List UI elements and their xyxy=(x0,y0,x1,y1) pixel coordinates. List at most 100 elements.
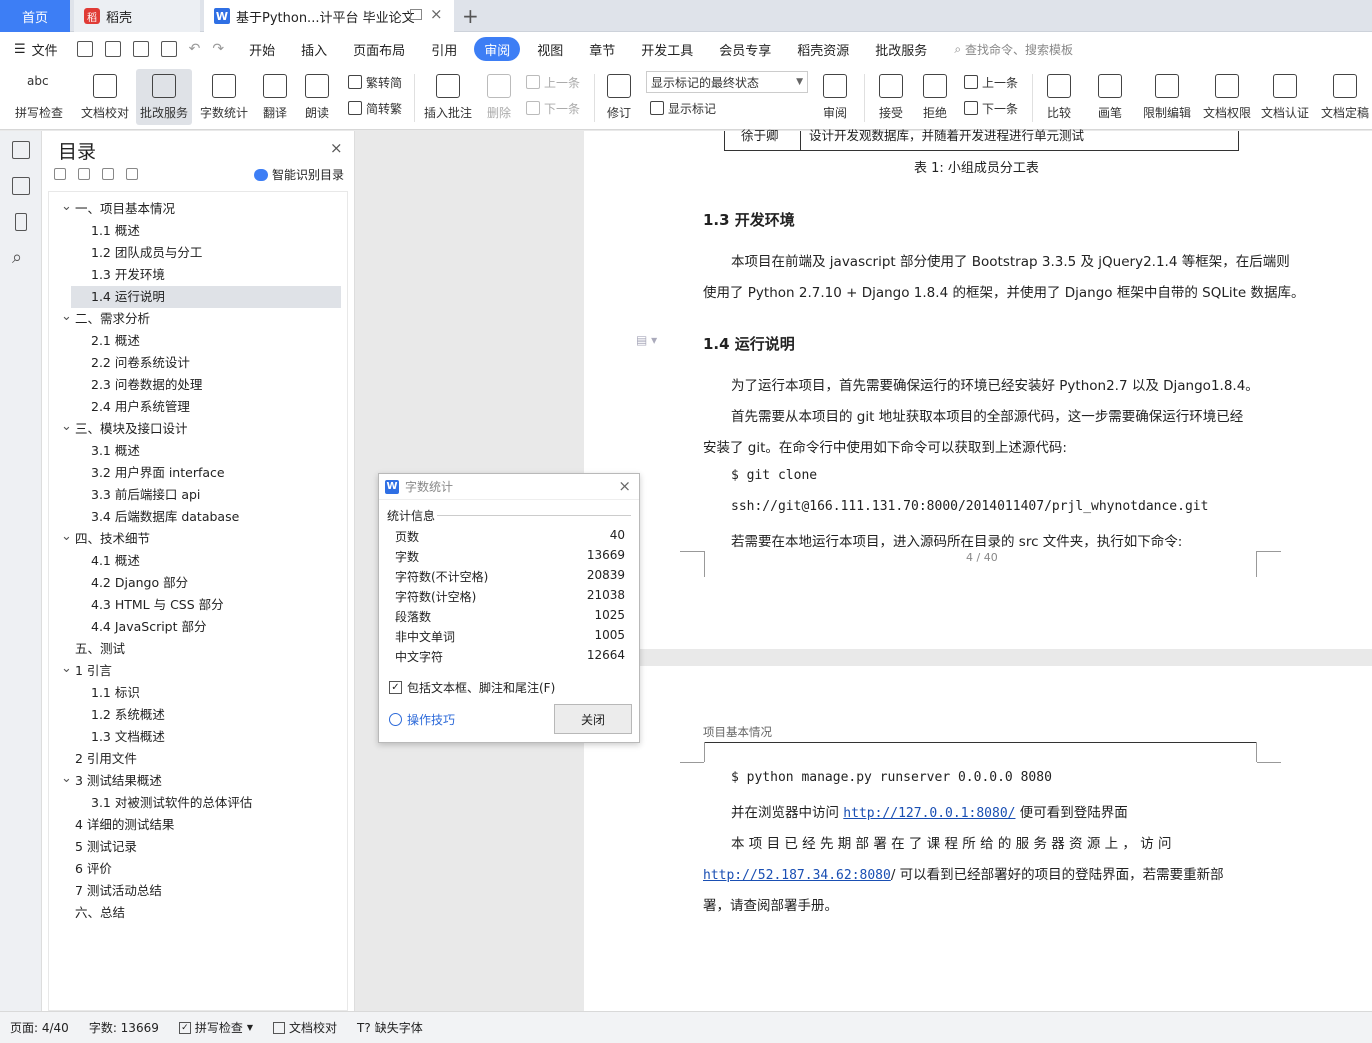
tips-link[interactable]: 操作技巧 xyxy=(389,711,455,728)
toc-item[interactable]: 2.2 问卷系统设计 xyxy=(91,352,190,374)
track-changes-button[interactable]: 修订 xyxy=(600,69,638,125)
toc-item[interactable]: 1.4 运行说明 xyxy=(71,286,341,308)
menu-9[interactable]: 稻壳资源 xyxy=(784,37,862,61)
search-box[interactable]: ⌕ 查找命令、搜索模板 xyxy=(954,41,1073,58)
tab-daoke[interactable]: 稻稻壳 xyxy=(74,0,200,32)
review-button[interactable]: 审阅 xyxy=(814,69,856,125)
next-change-button[interactable]: 下一条 xyxy=(964,98,1018,118)
trad-to-simp-button[interactable]: 繁转简 xyxy=(348,72,402,92)
expand-up-icon[interactable] xyxy=(78,168,90,180)
toc-item[interactable]: 3.1 对被测试软件的总体评估 xyxy=(91,792,252,814)
toc-item[interactable]: 3.1 概述 xyxy=(91,440,140,462)
toc-item[interactable]: 4.1 概述 xyxy=(91,550,140,572)
toc-item[interactable]: 7 测试活动总结 xyxy=(75,880,162,902)
menu-4[interactable]: 审阅 xyxy=(474,37,521,61)
toc-item[interactable]: 4 详细的测试结果 xyxy=(75,814,174,836)
toc-item[interactable]: 3.3 前后端接口 api xyxy=(91,484,200,506)
bookmark-icon[interactable] xyxy=(15,213,27,231)
toc-item[interactable]: 2.3 问卷数据的处理 xyxy=(91,374,202,396)
toc-item[interactable]: 5 测试记录 xyxy=(75,836,137,858)
close-icon[interactable]: × xyxy=(618,477,631,495)
show-markup-button[interactable]: 显示标记 xyxy=(650,98,716,118)
save-icon[interactable] xyxy=(76,41,93,57)
delete-comment-button[interactable]: 删除 xyxy=(480,69,518,125)
spell-check-status[interactable]: ✓ 拼写检查 ▼ xyxy=(169,1019,263,1036)
translate-button[interactable]: 翻译 xyxy=(256,69,294,125)
proofread-button[interactable]: 文档校对 xyxy=(78,69,132,125)
comment-marker-icon[interactable]: ▤ ▾ xyxy=(636,333,657,347)
collapse-all-icon[interactable] xyxy=(54,168,66,180)
toc-item[interactable]: 4.2 Django 部分 xyxy=(91,572,188,594)
chevron-down-icon[interactable]: ⌄ xyxy=(61,661,72,676)
markup-state-select[interactable]: 显示标记的最终状态 ▼ xyxy=(646,71,808,93)
simp-to-trad-button[interactable]: 简转繁 xyxy=(348,98,402,118)
chevron-down-icon[interactable]: ⌄ xyxy=(61,529,72,544)
chevron-down-icon[interactable]: ⌄ xyxy=(61,419,72,434)
toc-item[interactable]: 二、需求分析 xyxy=(75,308,150,330)
redo-icon[interactable]: ↷ xyxy=(212,41,224,57)
include-textbox-checkbox[interactable]: ✓ 包括文本框、脚注和尾注(F) xyxy=(389,679,555,696)
toc-item[interactable]: 2.4 用户系统管理 xyxy=(91,396,190,418)
tab-document[interactable]: W 基于Python...计平台 毕业论文 × xyxy=(204,0,454,32)
menu-10[interactable]: 批改服务 xyxy=(862,37,940,61)
toc-item[interactable]: 三、模块及接口设计 xyxy=(75,418,188,440)
toc-item[interactable]: 1.3 开发环境 xyxy=(91,264,165,286)
toc-item[interactable]: 1.3 文档概述 xyxy=(91,726,165,748)
next-comment-button[interactable]: 下一条 xyxy=(526,98,580,118)
menu-8[interactable]: 会员专享 xyxy=(706,37,784,61)
toc-item[interactable]: 2 引用文件 xyxy=(75,748,137,770)
pen-button[interactable]: 画笔 xyxy=(1090,69,1130,125)
localhost-link[interactable]: http://127.0.0.1:8080/ xyxy=(843,806,1015,821)
toc-item[interactable]: 四、技术细节 xyxy=(75,528,150,550)
compare-button[interactable]: 比较 xyxy=(1038,69,1080,125)
restrict-edit-button[interactable]: 限制编辑 xyxy=(1140,69,1194,125)
chevron-down-icon[interactable]: ⌄ xyxy=(61,771,72,786)
read-aloud-button[interactable]: 朗读 xyxy=(298,69,336,125)
menu-3[interactable]: 引用 xyxy=(418,37,470,61)
menu-1[interactable]: 插入 xyxy=(288,37,340,61)
toc-item[interactable]: 六、总结 xyxy=(75,902,125,924)
new-tab-icon[interactable]: + xyxy=(462,0,479,32)
prev-change-button[interactable]: 上一条 xyxy=(964,72,1018,92)
toc-item[interactable]: 五、测试 xyxy=(75,638,125,660)
toc-item[interactable]: 1.2 系统概述 xyxy=(91,704,165,726)
menu-5[interactable]: 视图 xyxy=(524,37,576,61)
proofread-status[interactable]: 文档校对 xyxy=(263,1019,347,1036)
correction-service-button[interactable]: 批改服务 xyxy=(136,69,192,125)
page-indicator[interactable]: 页面: 4/40 xyxy=(0,1019,79,1036)
menu-6[interactable]: 章节 xyxy=(576,37,628,61)
smart-toc-button[interactable]: 智能识别目录 xyxy=(254,166,344,183)
toc-item[interactable]: 2.1 概述 xyxy=(91,330,140,352)
print-icon[interactable] xyxy=(132,41,149,57)
server-link[interactable]: http://52.187.34.62:8080 xyxy=(703,868,891,883)
doc-final-button[interactable]: 文档定稿 xyxy=(1318,69,1372,125)
toc-item[interactable]: 3.2 用户界面 interface xyxy=(91,462,225,484)
toc-item[interactable]: 1.1 概述 xyxy=(91,220,140,242)
menu-2[interactable]: 页面布局 xyxy=(340,37,418,61)
reject-button[interactable]: 拒绝 xyxy=(914,69,956,125)
toc-item[interactable]: 1.1 标识 xyxy=(91,682,140,704)
chevron-down-icon[interactable]: ⌄ xyxy=(61,309,72,324)
close-tab-icon[interactable]: × xyxy=(430,5,443,23)
doc-cert-button[interactable]: 文档认证 xyxy=(1258,69,1312,125)
insert-comment-button[interactable]: 插入批注 xyxy=(422,69,474,125)
toc-item[interactable]: 4.4 JavaScript 部分 xyxy=(91,616,207,638)
toc-item[interactable]: 4.3 HTML 与 CSS 部分 xyxy=(91,594,224,616)
close-icon[interactable]: × xyxy=(330,139,343,157)
toc-item[interactable]: 3 测试结果概述 xyxy=(75,770,162,792)
toc-item[interactable]: 一、项目基本情况 xyxy=(75,198,175,220)
toc-item[interactable]: 6 评价 xyxy=(75,858,112,880)
search-icon[interactable]: ⌕ xyxy=(12,247,22,268)
navigation-icon[interactable] xyxy=(12,177,30,195)
menu-0[interactable]: 开始 xyxy=(236,37,288,61)
spell-check-button[interactable]: abc 拼写检查 xyxy=(6,69,72,125)
pin-icon[interactable] xyxy=(410,9,422,20)
undo-icon[interactable]: ↶ xyxy=(189,41,201,57)
word-count-indicator[interactable]: 字数: 13669 xyxy=(79,1019,169,1036)
toc-item[interactable]: 1 引言 xyxy=(75,660,112,682)
preview-icon[interactable] xyxy=(160,41,177,57)
tab-home[interactable]: 首页 xyxy=(0,0,70,32)
missing-font-status[interactable]: T? 缺失字体 xyxy=(347,1019,433,1036)
close-button[interactable]: 关闭 xyxy=(554,704,632,734)
remove-heading-icon[interactable] xyxy=(126,168,138,180)
